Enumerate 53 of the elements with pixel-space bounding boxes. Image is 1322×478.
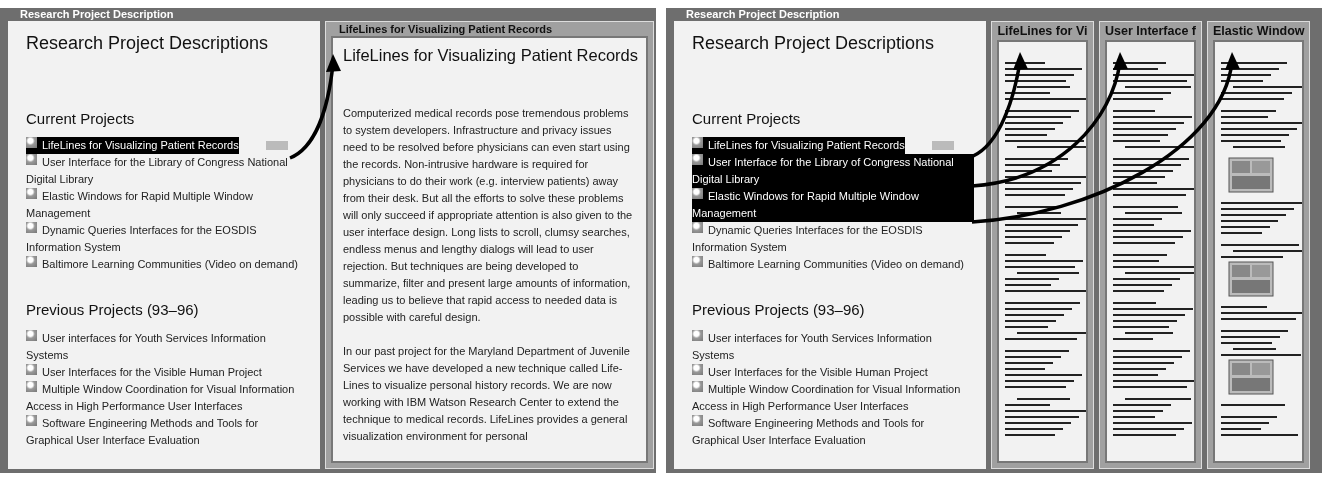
section-heading: Previous Projects (93–96) — [26, 301, 200, 318]
project-link[interactable]: User Interface for the Library of Congress National Digital Library — [26, 154, 308, 188]
project-link[interactable]: LifeLines for Visualizing Patient Records — [692, 137, 905, 154]
page-heading: Research Project Descriptions — [692, 33, 936, 54]
project-link[interactable]: Baltimore Learning Communities (Video on demand) — [692, 256, 964, 273]
section-heading: Current Projects — [692, 110, 802, 127]
bullet-icon — [692, 222, 703, 233]
bullet-icon — [692, 415, 703, 426]
project-link[interactable]: LifeLines for Visualizing Patient Records — [26, 137, 239, 154]
pane-title: User Interface f — [1105, 23, 1196, 40]
section-heading: Current Projects — [26, 110, 136, 127]
project-link[interactable]: Multiple Window Coordination for Visual Information Access in High Performance User Interfaces — [692, 381, 974, 415]
detail-heading: LifeLines for Visualizing Patient Records — [343, 46, 639, 65]
bullet-icon — [26, 364, 37, 375]
pane-title: Elastic Window — [1213, 23, 1304, 40]
bullet-icon — [26, 330, 37, 341]
bullet-icon — [26, 415, 37, 426]
project-link[interactable]: User interfaces for Youth Services Information Systems — [26, 330, 308, 364]
bullet-icon — [26, 381, 37, 392]
bullet-icon — [692, 188, 703, 199]
bullet-icon — [692, 330, 703, 341]
description-paragraph: Computerized medical records pose tremendous problems to system developers. Infrastructure and privacy issues need to be resolved before physicians can even start using the records. Non-intrusive hardware is required for physicians to do their work (e.g. interview patients) away from their desk. But all the efforts to solve these problems will only succeed if appropriate attention is also given to the user interface design. Long lists to scroll, clumsy searches, endless menus and lengthy dialogs will lead to user rejection. But techniques are being developed to summarize, filter and present large amounts of information, leading us to believe that rapid access to needed data is possible with careful design. — [343, 106, 634, 325]
pane-title: LifeLines for Vi — [997, 23, 1088, 40]
project-link[interactable]: User interfaces for Youth Services Information Systems — [692, 330, 974, 364]
bullet-icon — [692, 381, 703, 392]
project-link[interactable]: User Interface for the Library of Congress National Digital Library — [692, 154, 974, 188]
window-title: Research Project Description — [19, 8, 174, 21]
project-link[interactable]: User Interfaces for the Visible Human Project — [26, 364, 262, 381]
project-link[interactable]: Dynamic Queries Interfaces for the EOSDIS Information System — [26, 222, 308, 256]
project-link[interactable]: Dynamic Queries Interfaces for the EOSDIS Information System — [692, 222, 974, 256]
project-link[interactable]: Software Engineering Methods and Tools for Graphical User Interface Evaluation — [692, 415, 974, 449]
small-tag — [932, 141, 954, 150]
bullet-icon — [26, 188, 37, 199]
bullet-icon — [26, 137, 37, 148]
project-link[interactable]: Elastic Windows for Rapid Multiple Window Management — [26, 188, 308, 222]
bullet-icon — [692, 154, 703, 165]
small-tag — [266, 141, 288, 150]
description-paragraph: In our past project for the Maryland Department of Juvenile Services we have developed a new technique called Life-Lines to visualize personal history records. We are now working with IBM Watson Research Center to extend the technique to medical records. LifeLines provides a general visualization environment for personal — [343, 344, 631, 444]
project-link[interactable]: Baltimore Learning Communities (Video on demand) — [26, 256, 298, 273]
project-link[interactable]: Multiple Window Coordination for Visual Information Access in High Performance User Interfaces — [26, 381, 308, 415]
bullet-icon — [692, 137, 703, 148]
bullet-icon — [26, 154, 37, 165]
pane-title: LifeLines for Visualizing Patient Records — [338, 22, 554, 36]
bullet-icon — [26, 256, 37, 267]
window-title: Research Project Description — [685, 8, 840, 21]
project-link[interactable]: User Interfaces for the Visible Human Project — [692, 364, 928, 381]
page-heading: Research Project Descriptions — [26, 33, 270, 54]
section-heading: Previous Projects (93–96) — [692, 301, 866, 318]
bullet-icon — [692, 256, 703, 267]
bullet-icon — [692, 364, 703, 375]
bullet-icon — [26, 222, 37, 233]
project-link[interactable]: Elastic Windows for Rapid Multiple Window Management — [692, 188, 974, 222]
project-link[interactable]: Software Engineering Methods and Tools for Graphical User Interface Evaluation — [26, 415, 308, 449]
